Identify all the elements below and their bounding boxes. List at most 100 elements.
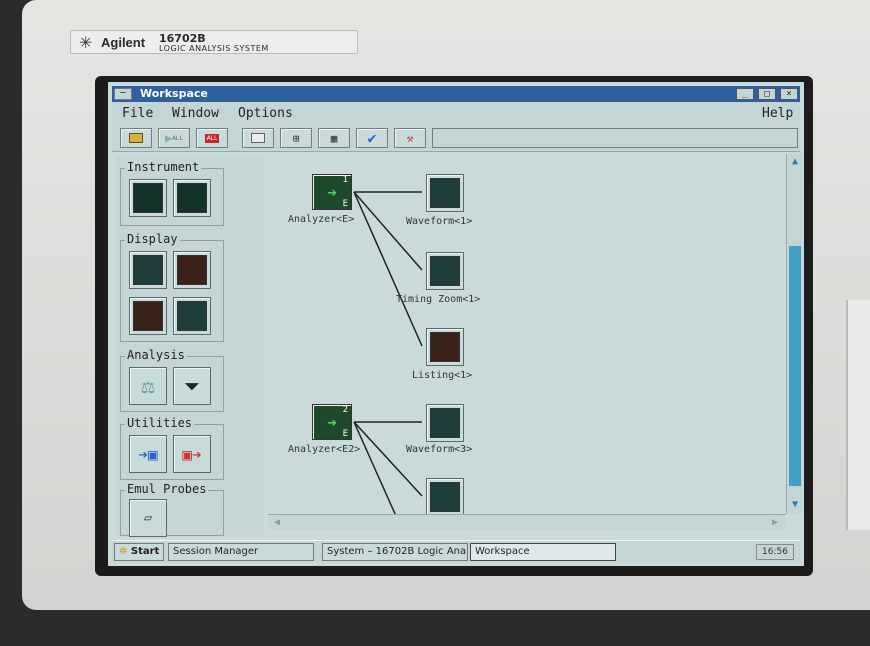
filter-analysis-button[interactable]: ⏷ [173, 367, 211, 405]
emulation-probe-button[interactable]: ▱ [129, 499, 167, 537]
chart-display-button[interactable] [129, 297, 167, 335]
taskbar-workspace[interactable]: Workspace [470, 543, 616, 561]
waveform-1-node[interactable] [426, 174, 464, 212]
network-icon: ⊞ [292, 131, 300, 145]
horizontal-scrollbar[interactable]: ◀ ▶ [268, 514, 786, 530]
menu-help[interactable]: Help [762, 106, 793, 121]
wrench-icon: ⚒ [406, 131, 414, 145]
timing-zoom-1-label: Timing Zoom<1> [396, 294, 481, 305]
emul-probes-group-label: Emul Probes [125, 482, 209, 496]
stop-all-label: ALL [204, 133, 220, 143]
toolbar-status-field [432, 128, 798, 148]
taskbar-system[interactable]: System – 16702B Logic Ana... [322, 543, 468, 561]
listing-icon [177, 255, 207, 285]
graph-display-button[interactable] [173, 297, 211, 335]
window-menu-button[interactable]: – [114, 88, 132, 100]
listing-node-button [426, 328, 464, 366]
waveform-3-node[interactable] [426, 404, 464, 442]
analyzer-e2-node[interactable]: 2 E ➜ [312, 404, 352, 440]
waveform-icon [430, 482, 460, 512]
waveform-icon [430, 178, 460, 208]
minimize-button[interactable]: _ [736, 88, 754, 100]
waveform-icon [430, 408, 460, 438]
utilities-group-label: Utilities [125, 416, 195, 430]
waveform-display-button[interactable] [129, 251, 167, 289]
instrument-group-label: Instrument [125, 160, 202, 174]
properties-icon: ▦ [330, 131, 338, 145]
maximize-button[interactable]: □ [758, 88, 776, 100]
listing-display-button[interactable] [173, 251, 211, 289]
listing-1-node[interactable] [426, 328, 464, 366]
window-title: Workspace [140, 87, 208, 100]
import-arrow-icon: ➔▣ [138, 444, 158, 464]
waveform-node-button [426, 404, 464, 442]
instrument-side-panel [846, 300, 870, 530]
stop-all-button[interactable]: ALL [196, 128, 228, 148]
analyzer2-slot-number: 2 [342, 405, 348, 415]
analyzer-e-node[interactable]: 1 E ➜ [312, 174, 352, 210]
waveform-node-partial[interactable] [426, 478, 464, 516]
emul-probes-group: Emul Probes ▱ [120, 482, 224, 537]
filter-funnel-icon: ⏷ [184, 374, 200, 398]
display-group-label: Display [125, 232, 180, 246]
analyzer2-instrument-button[interactable] [173, 179, 211, 217]
model-subtitle: LOGIC ANALYSIS SYSTEM [159, 44, 269, 53]
clock: 16:56 [756, 544, 794, 560]
analyzer-node-icon: 2 E ➜ [312, 404, 352, 440]
analyzer-node-icon: 1 E ➜ [312, 174, 352, 210]
close-button[interactable]: × [780, 88, 798, 100]
export-utility-button[interactable]: ▣➔ [173, 435, 211, 473]
properties-button[interactable]: ▦ [318, 128, 350, 148]
menu-bar: File Window Options Help [112, 102, 800, 124]
analyzer-slot-number: 1 [342, 175, 348, 185]
scroll-down-arrow-icon[interactable]: ▼ [788, 498, 802, 512]
workspace-canvas: 1 E ➜ Analyzer<E> Waveform<1> Timing Zoo… [266, 156, 786, 536]
utilities-group: Utilities ➔▣ ▣➔ [120, 416, 224, 480]
green-arrow-icon: ➜ [327, 182, 337, 202]
menu-file[interactable]: File [122, 106, 153, 121]
waveform-node-button [426, 478, 464, 516]
toolbar: ▶ ALL ALL ⊞ ▦ ✔ ⚒ [112, 124, 800, 152]
check-button[interactable]: ✔ [356, 128, 388, 148]
timing-zoom-node-button [426, 252, 464, 290]
connect-button[interactable]: ⊞ [280, 128, 312, 148]
compare-analysis-button[interactable]: ⚖ [129, 367, 167, 405]
logic-analyzer-icon [133, 183, 163, 213]
play-icon: ▶ [164, 131, 173, 145]
agilent-spark-logo-icon: ✳ [79, 35, 93, 52]
scroll-right-arrow-icon[interactable]: ▶ [768, 516, 782, 530]
analyzer-instrument-button[interactable] [129, 179, 167, 217]
open-folder-button[interactable] [120, 128, 152, 148]
waveform-icon [133, 255, 163, 285]
taskbar-session-manager[interactable]: Session Manager [168, 543, 314, 561]
listing-1-label: Listing<1> [412, 370, 473, 381]
bar-chart-icon [133, 301, 163, 331]
vertical-scrollbar[interactable]: ▲ ▼ [786, 154, 802, 514]
analyzer2-slot-letter: E [342, 429, 348, 439]
menu-window[interactable]: Window [172, 106, 219, 121]
instrument-group: Instrument [120, 160, 224, 226]
start-button[interactable]: ✲ Start [114, 543, 164, 561]
start-label: Start [130, 546, 160, 557]
analysis-group-label: Analysis [125, 348, 187, 362]
export-arrow-icon: ▣➔ [182, 444, 202, 464]
tools-button[interactable]: ⚒ [394, 128, 426, 148]
brand-plate: ✳ Agilent 16702B LOGIC ANALYSIS SYSTEM [70, 30, 358, 54]
display-screen: – Workspace _ □ × File Window Options He… [108, 82, 804, 566]
timing-zoom-1-node[interactable] [426, 252, 464, 290]
vertical-scroll-thumb[interactable] [789, 246, 801, 486]
menu-options[interactable]: Options [238, 106, 293, 121]
probe-icon: ▱ [143, 510, 153, 526]
notes-button[interactable] [242, 128, 274, 148]
import-utility-button[interactable]: ➔▣ [129, 435, 167, 473]
scroll-left-arrow-icon[interactable]: ◀ [270, 516, 284, 530]
scroll-up-arrow-icon[interactable]: ▲ [788, 155, 802, 169]
checkmark-icon: ✔ [367, 129, 377, 147]
green-arrow-icon: ➜ [327, 412, 337, 432]
connection-lines [353, 191, 423, 516]
analyzer-e-label: Analyzer<E> [288, 214, 355, 225]
run-all-button[interactable]: ▶ ALL [158, 128, 190, 148]
logic-analyzer-icon [177, 183, 207, 213]
waveform-icon [430, 256, 460, 286]
brand-name: Agilent [101, 35, 146, 50]
